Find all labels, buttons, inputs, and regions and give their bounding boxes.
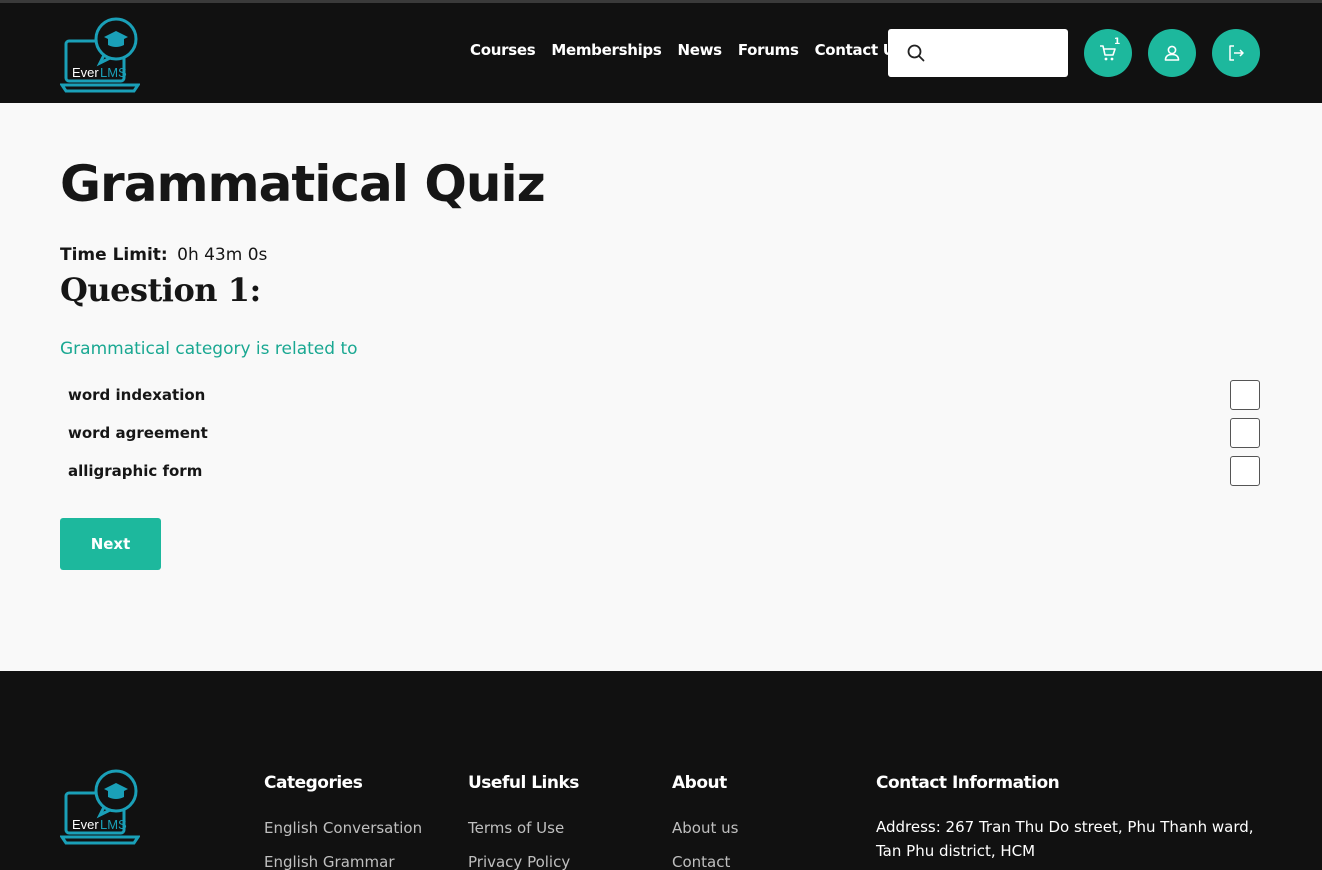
footer-heading: About <box>672 773 727 793</box>
page-title: Grammatical Quiz <box>60 155 546 213</box>
footer-link[interactable]: About us <box>672 819 738 837</box>
footer-link[interactable]: English Conversation <box>264 819 422 837</box>
everlms-logo[interactable]: Ever LMS <box>60 15 140 93</box>
time-limit-label: Time Limit: <box>60 245 168 265</box>
footer-link[interactable]: English Grammar <box>264 853 422 870</box>
footer-contact: Contact Information Address: 267 Tran Th… <box>876 773 1256 863</box>
svg-text:Ever: Ever <box>72 817 99 832</box>
nav-item-memberships[interactable]: Memberships <box>551 41 661 59</box>
footer-heading: Useful Links <box>468 773 579 793</box>
cart-count-badge: 1 <box>1114 37 1121 47</box>
answer-option[interactable]: word agreement <box>60 418 1260 448</box>
answer-option-label: alligraphic form <box>68 462 203 480</box>
logout-button[interactable] <box>1212 29 1260 77</box>
time-limit: Time Limit: 0h 43m 0s <box>60 245 267 265</box>
nav-item-courses[interactable]: Courses <box>470 41 536 59</box>
footer-address: Address: 267 Tran Thu Do street, Phu Tha… <box>876 818 1254 860</box>
footer-heading: Categories <box>264 773 363 793</box>
footer-link[interactable]: Privacy Policy <box>468 853 579 870</box>
answer-option-label: word agreement <box>68 424 208 442</box>
logout-icon <box>1229 45 1244 61</box>
account-button[interactable] <box>1148 29 1196 77</box>
user-icon <box>1164 45 1180 61</box>
svg-text:Ever: Ever <box>72 65 99 80</box>
answer-option-label: word indexation <box>68 386 206 404</box>
answer-checkbox[interactable] <box>1230 456 1260 486</box>
footer-heading: Contact Information <box>876 773 1060 793</box>
search-input[interactable] <box>936 39 1056 67</box>
quiz-content: Grammatical Quiz Time Limit: 0h 43m 0s Q… <box>0 103 1322 671</box>
footer-about: About About us Contact <box>672 773 738 870</box>
time-limit-value: 0h 43m 0s <box>177 245 268 265</box>
search-icon[interactable] <box>907 44 925 62</box>
footer-link[interactable]: Terms of Use <box>468 819 579 837</box>
cart-button[interactable]: 1 <box>1084 29 1132 77</box>
nav-item-news[interactable]: News <box>677 41 722 59</box>
answer-option[interactable]: alligraphic form <box>60 456 1260 486</box>
nav-item-forums[interactable]: Forums <box>738 41 799 59</box>
answer-checkbox[interactable] <box>1230 418 1260 448</box>
footer-everlms-logo[interactable]: Ever LMS <box>60 767 140 845</box>
footer-categories: Categories English Conversation English … <box>264 773 422 870</box>
site-footer: Ever LMS Categories English Conversation… <box>0 671 1322 870</box>
question-text: Grammatical category is related to <box>60 339 358 359</box>
main-nav: Courses Memberships News Forums Contact … <box>462 41 911 59</box>
answer-option[interactable]: word indexation <box>60 380 1260 410</box>
next-button[interactable]: Next <box>60 518 161 570</box>
answer-checkbox[interactable] <box>1230 380 1260 410</box>
question-title: Question 1: <box>60 271 261 309</box>
site-header: Ever LMS Courses Memberships News Forums… <box>0 3 1322 103</box>
footer-useful-links: Useful Links Terms of Use Privacy Policy <box>468 773 579 870</box>
svg-text:LMS: LMS <box>100 817 127 832</box>
search-box[interactable] <box>888 29 1068 77</box>
svg-text:LMS: LMS <box>100 65 127 80</box>
footer-link[interactable]: Contact <box>672 853 738 870</box>
